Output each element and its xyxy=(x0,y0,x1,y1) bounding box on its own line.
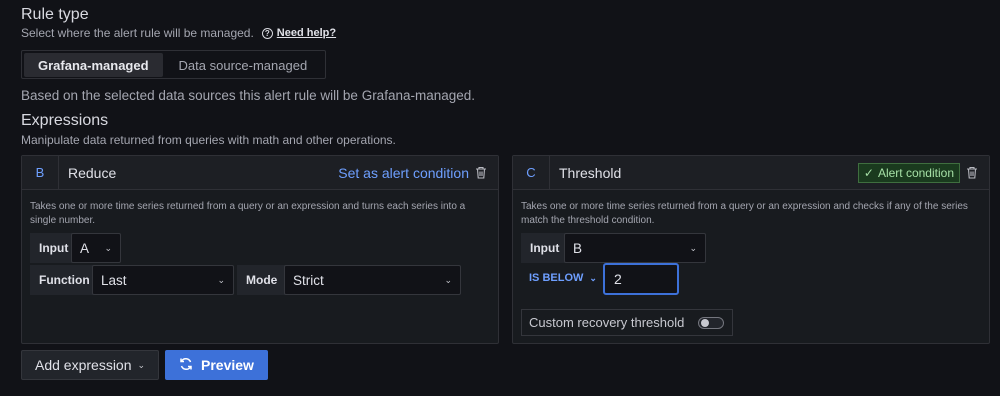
reduce-card-header: B Reduce Set as alert condition xyxy=(22,156,498,190)
reduce-card-title: Reduce xyxy=(68,164,117,181)
trash-icon[interactable] xyxy=(966,166,978,179)
datasource-managed-option[interactable]: Data source-managed xyxy=(165,53,322,77)
alert-condition-label: Alert condition xyxy=(877,165,954,180)
chevron-down-icon: ⌄ xyxy=(137,359,146,370)
threshold-card-title: Threshold xyxy=(559,164,622,181)
threshold-value-text: 2 xyxy=(614,271,622,287)
add-expression-button[interactable]: Add expression ⌄ xyxy=(21,350,160,380)
expressions-subtitle: Manipulate data returned from queries wi… xyxy=(21,133,396,147)
alert-condition-badge: ✓ Alert condition xyxy=(857,162,960,183)
custom-recovery-threshold-toggle-row[interactable]: Custom recovery threshold xyxy=(521,309,733,336)
refresh-icon xyxy=(179,357,193,374)
chevron-down-icon: ⌄ xyxy=(589,272,597,283)
rule-type-segmented-control: Grafana-managed Data source-managed xyxy=(21,50,326,79)
function-label: Function xyxy=(30,265,99,295)
threshold-description: Takes one or more time series returned f… xyxy=(521,201,968,226)
custom-recovery-label: Custom recovery threshold xyxy=(529,315,685,330)
expressions-heading: Expressions xyxy=(21,112,109,129)
threshold-input-label: Input xyxy=(521,233,569,263)
set-alert-condition-button[interactable]: Set as alert condition xyxy=(338,165,469,181)
threshold-input-select[interactable]: B ⌄ xyxy=(564,233,706,263)
mode-label: Mode xyxy=(237,265,287,295)
rule-type-subtitle-row: Select where the alert rule will be mana… xyxy=(21,26,336,40)
reduce-input-select[interactable]: A ⌄ xyxy=(71,233,121,263)
comparator-value: IS BELOW xyxy=(529,272,584,284)
recovery-toggle-switch[interactable] xyxy=(698,316,725,329)
threshold-value-input[interactable]: 2 xyxy=(603,263,679,295)
rule-type-subtitle: Select where the alert rule will be mana… xyxy=(21,26,254,40)
function-value: Last xyxy=(101,272,127,288)
check-icon: ✓ xyxy=(863,165,874,180)
reduce-description: Takes one or more time series returned f… xyxy=(30,201,466,226)
chevron-down-icon: ⌄ xyxy=(444,274,452,285)
comparator-select[interactable]: IS BELOW ⌄ xyxy=(529,272,597,284)
chevron-down-icon: ⌄ xyxy=(217,274,225,285)
add-expression-label: Add expression xyxy=(35,357,132,373)
function-select[interactable]: Last ⌄ xyxy=(92,265,234,295)
need-help-link[interactable]: Need help? xyxy=(277,27,336,39)
reduce-ref-id: B xyxy=(22,156,59,189)
rule-type-info-text: Based on the selected data sources this … xyxy=(21,88,476,103)
reduce-expression-card: B Reduce Set as alert condition Takes on… xyxy=(21,155,499,344)
reduce-input-value: A xyxy=(80,240,90,256)
preview-button[interactable]: Preview xyxy=(165,350,268,380)
threshold-input-value: B xyxy=(573,240,583,256)
preview-label: Preview xyxy=(201,357,254,373)
chevron-down-icon: ⌄ xyxy=(689,242,697,253)
chevron-down-icon: ⌄ xyxy=(104,242,112,253)
help-circle-icon: ? xyxy=(261,27,273,39)
mode-value: Strict xyxy=(293,272,324,288)
threshold-expression-card: C Threshold ✓ Alert condition Takes one … xyxy=(512,155,990,344)
rule-type-heading: Rule type xyxy=(21,6,89,23)
threshold-ref-id: C xyxy=(513,156,550,189)
threshold-card-header: C Threshold ✓ Alert condition xyxy=(513,156,989,190)
grafana-managed-option[interactable]: Grafana-managed xyxy=(24,53,163,77)
trash-icon[interactable] xyxy=(475,166,487,179)
mode-select[interactable]: Strict ⌄ xyxy=(284,265,461,295)
